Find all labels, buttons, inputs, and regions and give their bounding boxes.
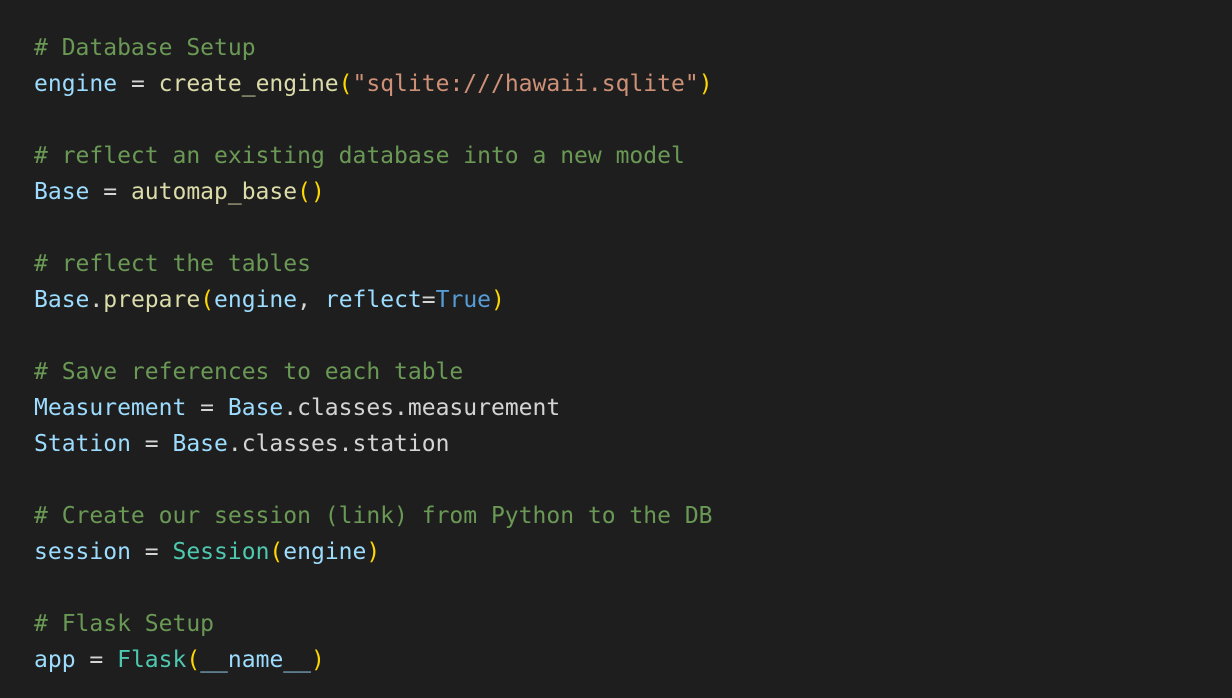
code-token-paren: ) (310, 647, 325, 673)
code-token-var: engine (34, 71, 118, 97)
code-token-var: Base (34, 179, 90, 205)
code-token-plain: , (297, 287, 325, 313)
code-line: Base.prepare(engine, reflect=True) (34, 282, 1232, 318)
code-line: Base = automap_base() (34, 174, 1232, 210)
code-token-class: Session (172, 539, 270, 565)
code-token-op: = (117, 71, 159, 97)
code-token-op: = (130, 539, 173, 565)
code-token-comment: # reflect an existing database into a ne… (34, 143, 685, 169)
code-token-paren: ( (186, 647, 201, 673)
code-token-plain: . (89, 287, 104, 313)
code-token-op: = (75, 647, 118, 673)
code-token-var: __name__ (200, 647, 311, 673)
code-token-var: Station (34, 431, 131, 457)
code-token-fn: prepare (103, 287, 201, 313)
code-token-paren: ) (491, 287, 505, 313)
code-line: # reflect an existing database into a ne… (34, 138, 1232, 174)
code-token-paren: ( (338, 71, 353, 97)
code-token-comment: # Flask Setup (34, 611, 215, 637)
code-token-op: = (130, 431, 173, 457)
code-token-var: reflect (324, 287, 422, 313)
code-token-op: = (421, 287, 436, 313)
code-line: # reflect the tables (34, 246, 1232, 282)
code-line: Station = Base.classes.station (34, 426, 1232, 462)
code-line: engine = create_engine("sqlite:///hawaii… (34, 66, 1232, 102)
code-line: app = Flask(__name__) (34, 642, 1232, 678)
code-token-class: Flask (117, 647, 187, 673)
code-token-comment: # reflect the tables (34, 251, 311, 277)
code-token-comment: # Create our session (link) from Python … (34, 503, 713, 529)
code-token-op: = (89, 179, 131, 205)
code-token-plain: .classes.measurement (283, 395, 561, 421)
code-token-var: Base (227, 395, 284, 421)
code-line: # Database Setup (34, 30, 1232, 66)
code-editor[interactable]: # Database Setup engine = create_engine("… (0, 0, 1232, 698)
code-token-comment: # Save references to each table (34, 359, 464, 385)
code-line: # Flask Setup (34, 606, 1232, 642)
code-token-paren: ( (200, 287, 215, 313)
code-token-paren: ) (698, 71, 713, 97)
code-token-op: = (186, 395, 228, 421)
code-token-plain: .classes.station (227, 431, 450, 457)
code-line: session = Session(engine) (34, 534, 1232, 570)
code-token-keyword: True (435, 287, 492, 313)
code-token-comment: # Database Setup (34, 35, 256, 61)
code-token-var: app (34, 647, 76, 673)
code-token-fn: automap_base (130, 179, 298, 205)
code-token-var: Base (172, 431, 228, 457)
code-line: # Save references to each table (34, 354, 1232, 390)
code-token-string: "sqlite:///hawaii.sqlite" (352, 71, 699, 97)
code-token-var: engine (283, 539, 367, 565)
code-token-var: engine (214, 287, 298, 313)
code-line: # Create our session (link) from Python … (34, 498, 1232, 534)
code-token-paren: ) (366, 539, 381, 565)
code-token-var: Measurement (34, 395, 187, 421)
code-token-var: Base (34, 287, 90, 313)
code-token-paren: () (297, 179, 325, 205)
code-line: Measurement = Base.classes.measurement (34, 390, 1232, 426)
code-token-fn: create_engine (158, 71, 339, 97)
code-token-paren: ( (269, 539, 284, 565)
code-token-var: session (34, 539, 131, 565)
